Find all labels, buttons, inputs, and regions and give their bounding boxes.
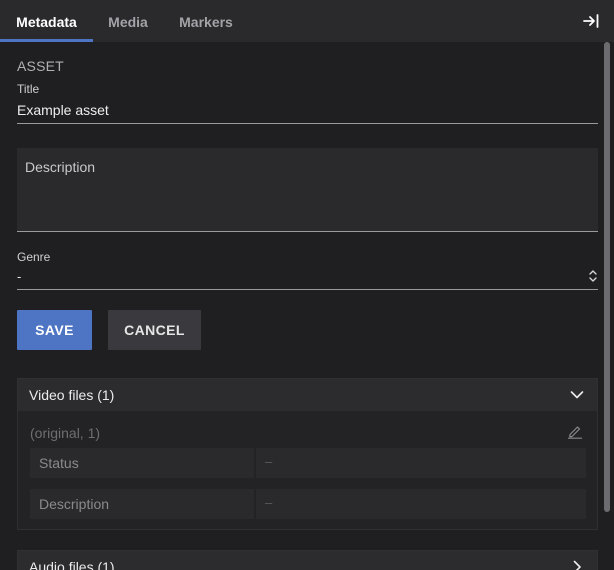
video-files-header[interactable]: Video files (1) [18, 379, 597, 411]
tab-media[interactable]: Media [93, 0, 163, 42]
save-button[interactable]: SAVE [17, 310, 92, 350]
tab-bar: Metadata Media Markers [0, 0, 614, 42]
tab-markers-label: Markers [179, 14, 233, 30]
chevron-down-icon [570, 391, 584, 399]
pencil-icon [567, 426, 583, 439]
video-files-title: Video files (1) [29, 387, 115, 403]
collapse-right-icon [583, 14, 599, 28]
property-key-cell: Status [30, 448, 254, 478]
genre-value: - [17, 269, 22, 284]
select-arrows-icon [589, 270, 597, 282]
audio-files-accordion: Audio files (1) [17, 550, 598, 570]
collapse-panel-button[interactable] [582, 12, 600, 30]
audio-files-title: Audio files (1) [29, 559, 115, 570]
genre-label: Genre [17, 250, 51, 264]
tab-metadata-label: Metadata [16, 14, 77, 30]
property-key: Status [39, 455, 79, 471]
title-underline [17, 123, 598, 124]
active-tab-indicator [0, 39, 93, 42]
property-value: – [265, 454, 273, 469]
asset-panel: Metadata Media Markers ASSET Title Examp… [0, 0, 614, 570]
video-files-accordion: Video files (1) (original, 1) Status – D… [17, 378, 598, 530]
property-row: Status – [30, 448, 586, 478]
title-input[interactable]: Example asset [17, 102, 109, 118]
property-value-cell: – [256, 448, 586, 478]
property-value: – [265, 495, 273, 510]
chevron-right-icon [573, 560, 581, 570]
property-key-cell: Description [30, 489, 254, 519]
scrollbar-thumb[interactable] [604, 42, 610, 512]
title-label: Title [17, 82, 40, 96]
section-title: ASSET [17, 58, 64, 74]
tab-markers[interactable]: Markers [163, 0, 249, 42]
property-value-cell: – [256, 489, 586, 519]
tab-media-label: Media [108, 14, 148, 30]
audio-files-header[interactable]: Audio files (1) [18, 551, 597, 570]
cancel-button[interactable]: CANCEL [108, 310, 201, 350]
file-name: (original, 1) [30, 425, 101, 441]
description-field[interactable]: Description [17, 148, 598, 232]
description-placeholder: Description [25, 159, 96, 175]
genre-select[interactable]: - [17, 266, 598, 290]
property-row: Description – [30, 489, 586, 519]
property-key: Description [39, 496, 110, 512]
edit-file-button[interactable] [567, 423, 583, 439]
tab-metadata[interactable]: Metadata [0, 0, 93, 42]
